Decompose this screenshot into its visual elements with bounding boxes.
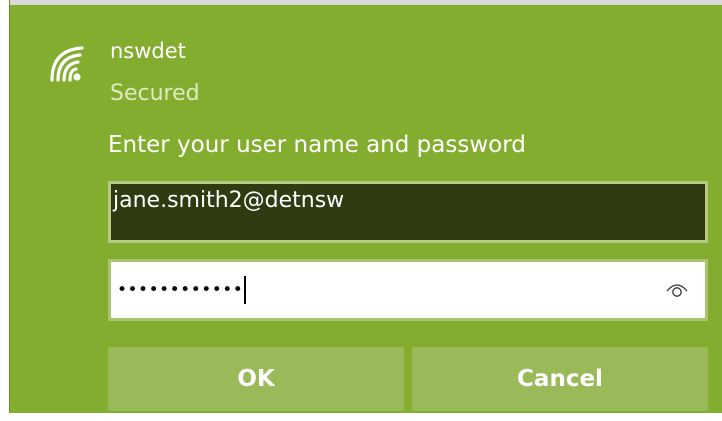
window-frame-left: [0, 0, 9, 421]
wifi-icon: [50, 46, 84, 82]
cancel-button[interactable]: Cancel: [412, 347, 708, 411]
wifi-connect-panel: nswdet Secured Enter your user name and …: [0, 0, 722, 421]
username-input[interactable]: jane.smith2@detnsw: [108, 181, 708, 243]
eye-icon[interactable]: [665, 279, 689, 301]
window-frame-bottom: [0, 413, 722, 421]
window-frame-divider: [9, 0, 10, 421]
window-frame-top: [0, 0, 722, 5]
password-value: ••••••••••••: [117, 273, 247, 307]
credentials-prompt: Enter your user name and password: [108, 132, 526, 158]
username-value: jane.smith2@detnsw: [113, 188, 345, 213]
password-input[interactable]: ••••••••••••: [108, 259, 708, 321]
text-caret: [244, 276, 247, 304]
network-status: Secured: [110, 81, 200, 106]
network-name: nswdet: [110, 39, 186, 63]
ok-button[interactable]: OK: [108, 347, 404, 411]
